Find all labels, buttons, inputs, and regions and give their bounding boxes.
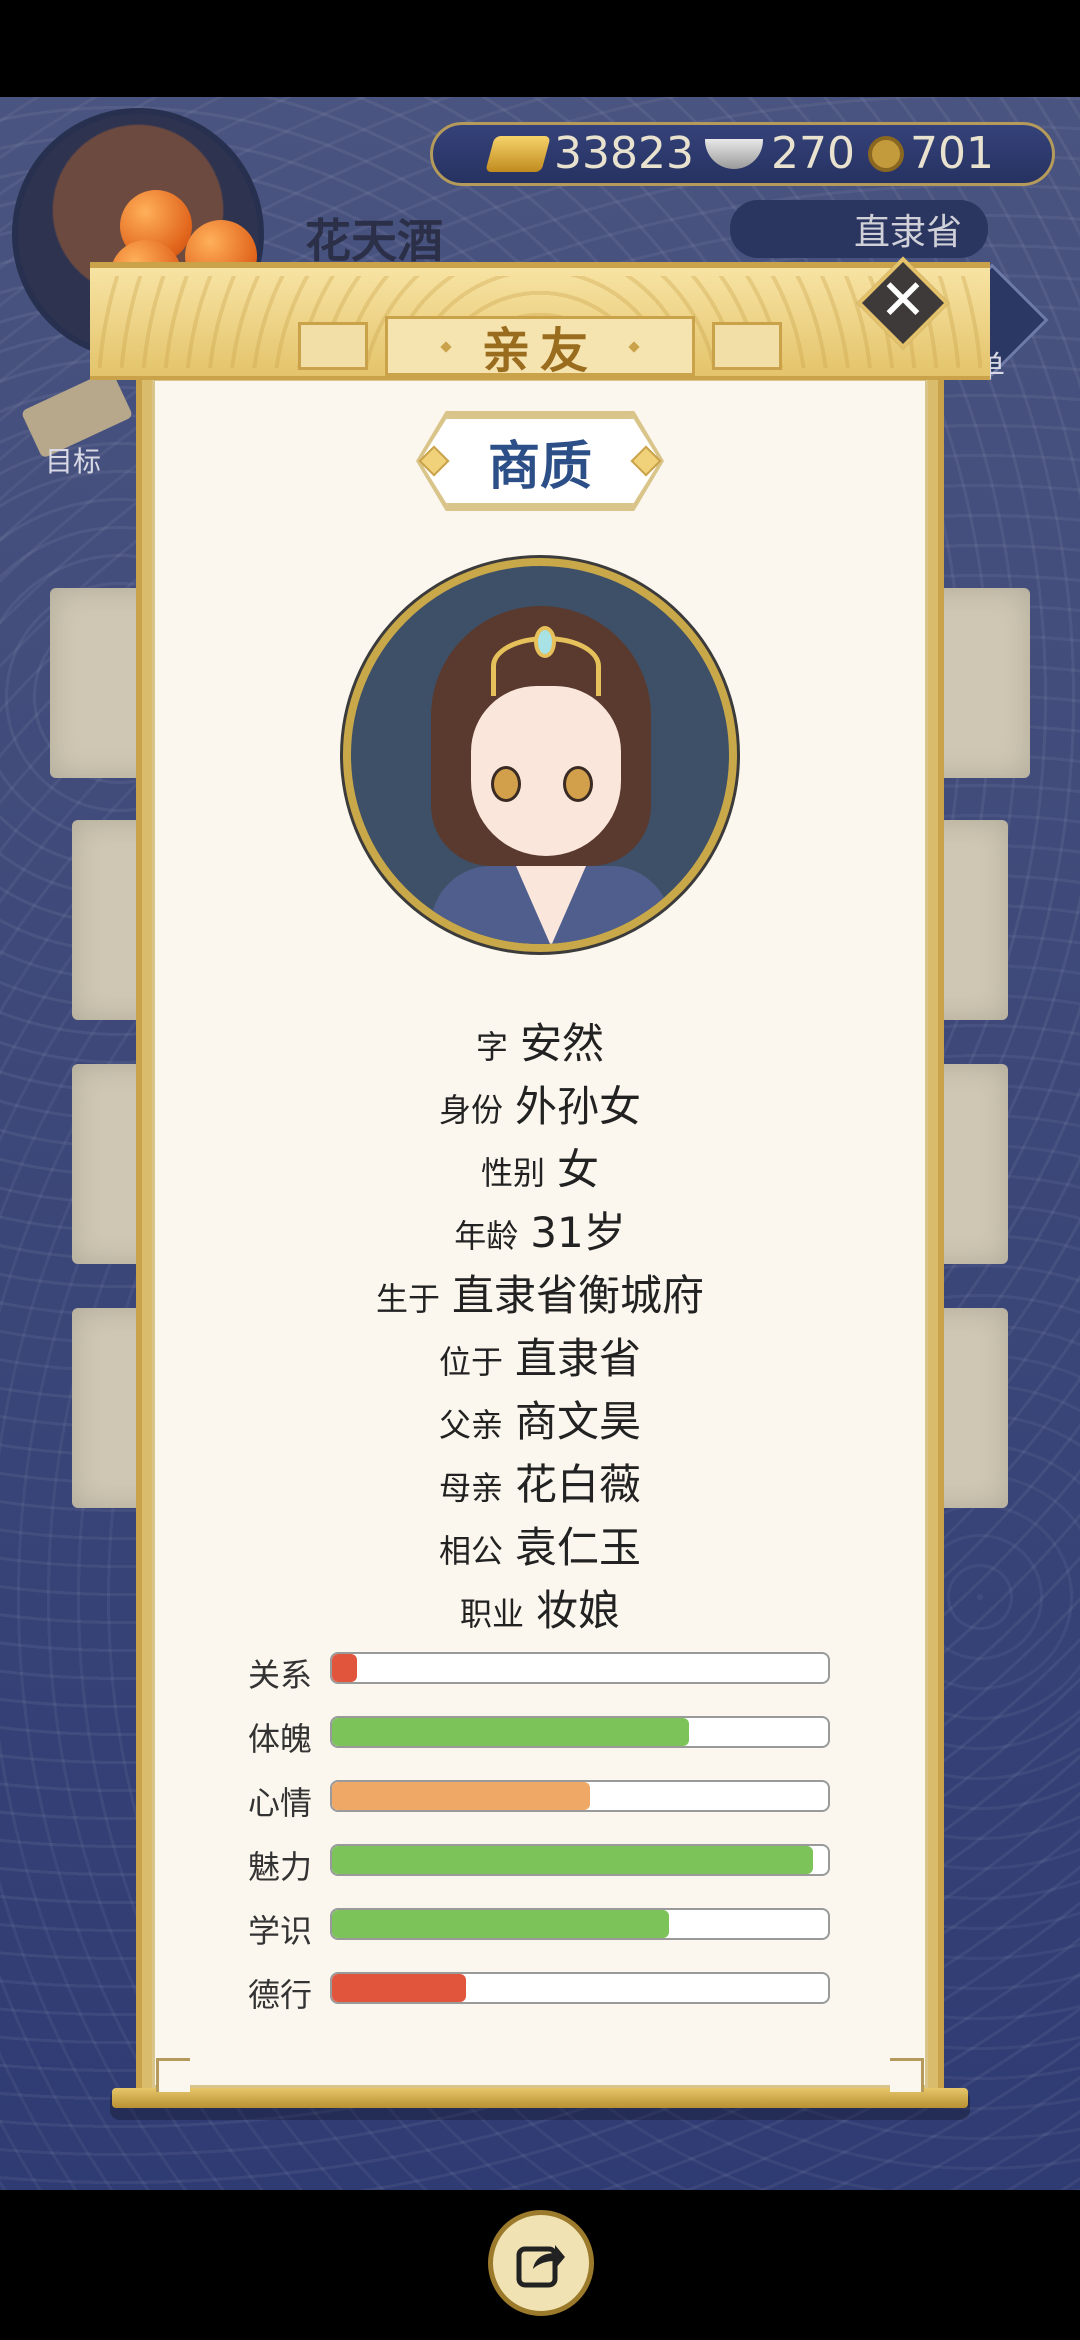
info-row-mother: 母亲 花白薇 <box>152 1451 928 1512</box>
goal-button[interactable]: 目标 <box>15 369 135 480</box>
info-key: 父亲 <box>438 1406 503 1444</box>
character-portrait <box>343 558 737 952</box>
gold-ingot-icon <box>485 135 551 172</box>
info-key: 字 <box>475 1028 508 1066</box>
info-row-gender: 性别女 <box>152 1136 928 1197</box>
stat-bar-virtue <box>330 1972 830 2004</box>
info-value: 女 <box>557 1145 600 1194</box>
info-value: 外孙女 <box>515 1082 642 1131</box>
silver-ingot-icon <box>705 138 763 169</box>
province-label: 直隶省 <box>853 212 962 253</box>
stat-label-virtue: 德行 <box>248 1976 313 2014</box>
person-name-plate: 商质 <box>420 415 660 507</box>
person-name: 商质 <box>487 436 592 497</box>
info-key: 年龄 <box>454 1217 519 1255</box>
corner-ornament <box>156 2058 190 2092</box>
modal-title-text: 亲友 <box>481 323 598 379</box>
info-value: 袁仁玉 <box>515 1523 642 1572</box>
info-row-identity: 身份 外孙女 <box>152 1073 928 1134</box>
info-key: 位于 <box>438 1343 503 1381</box>
copper-coin-icon <box>868 135 904 172</box>
stat-bar-relationship <box>330 1652 830 1684</box>
goal-label: 目标 <box>45 445 102 478</box>
header-ornament <box>712 322 782 370</box>
stat-bar-charm <box>330 1844 830 1876</box>
silver-amount: 270 <box>771 128 855 179</box>
corner-ornament <box>890 2058 924 2092</box>
info-row-occupation: 职业 妆娘 <box>152 1577 928 1638</box>
stat-fill <box>332 1910 670 1938</box>
stat-label-physique: 体魄 <box>248 1720 313 1758</box>
gold-resource: 33823 <box>485 128 694 179</box>
province-button[interactable]: 直隶省 <box>730 200 988 258</box>
share-icon <box>516 2245 565 2288</box>
info-value: 妆娘 <box>536 1586 621 1635</box>
info-key: 生于 <box>375 1280 440 1318</box>
info-row-birthplace: 生于 直隶省衡城府 <box>152 1262 928 1323</box>
stat-fill <box>332 1654 357 1682</box>
info-row-courtesy-name: 字安然 <box>152 1010 928 1071</box>
info-key: 母亲 <box>438 1469 503 1507</box>
gold-amount: 33823 <box>554 128 694 179</box>
info-key: 身份 <box>438 1091 503 1129</box>
stat-label-charm: 魅力 <box>248 1848 313 1886</box>
info-key: 性别 <box>480 1154 545 1192</box>
scroll-bottom-rod <box>112 2088 968 2108</box>
stat-label-mood: 心情 <box>248 1784 313 1822</box>
info-value: 31岁 <box>530 1208 626 1257</box>
silver-resource: 270 <box>705 128 855 179</box>
info-row-father: 父亲 商文昊 <box>152 1388 928 1449</box>
coin-amount: 701 <box>910 128 994 179</box>
stat-label-knowledge: 学识 <box>248 1912 313 1950</box>
info-key: 职业 <box>459 1595 524 1633</box>
stat-bar-physique <box>330 1716 830 1748</box>
share-button[interactable] <box>488 2210 594 2316</box>
stat-bar-knowledge <box>330 1908 830 1940</box>
stat-label-relationship: 关系 <box>248 1656 313 1694</box>
info-value: 安然 <box>520 1019 605 1068</box>
coin-resource: 701 <box>868 128 994 179</box>
header-ornament <box>298 322 368 370</box>
info-key: 相公 <box>438 1532 503 1570</box>
modal-title: 亲友 <box>385 316 695 379</box>
info-row-location: 位于 直隶省 <box>152 1325 928 1386</box>
stat-fill <box>332 1974 466 2002</box>
stat-fill <box>332 1846 814 1874</box>
info-value: 商文昊 <box>515 1397 642 1446</box>
stat-fill <box>332 1718 690 1746</box>
info-value: 直隶省衡城府 <box>452 1271 705 1320</box>
info-value: 直隶省 <box>515 1334 642 1383</box>
info-row-age: 年龄 31岁 <box>152 1199 928 1260</box>
stat-fill <box>332 1782 590 1810</box>
stat-bar-mood <box>330 1780 830 1812</box>
info-value: 花白薇 <box>515 1460 642 1509</box>
close-icon[interactable]: ✕ <box>870 268 936 334</box>
info-row-husband: 相公 袁仁玉 <box>152 1514 928 1575</box>
